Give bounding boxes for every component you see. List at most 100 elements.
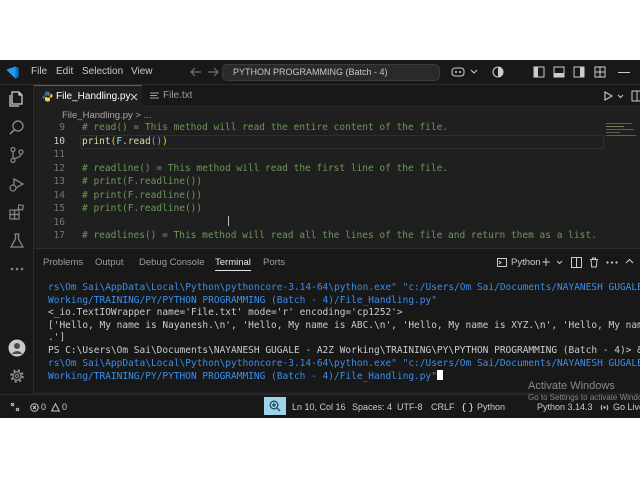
tab-file-txt[interactable]: File.txt	[142, 85, 214, 107]
menu-file[interactable]: File	[31, 66, 47, 77]
customize-layout-icon[interactable]	[594, 66, 606, 78]
text-cursor-line	[228, 216, 229, 226]
minimap-line	[606, 123, 632, 124]
code-comment-line: # print(F.readline())	[82, 203, 203, 214]
menu-selection[interactable]: Selection	[82, 66, 123, 77]
braces-icon	[462, 403, 473, 412]
activity-bar	[0, 85, 34, 418]
tab-label: File_Handling.py	[56, 91, 131, 102]
tab-problems[interactable]: Problems	[43, 257, 83, 268]
toggle-panel-icon[interactable]	[553, 66, 565, 78]
breadcrumb[interactable]: File_Handling.py > ...	[62, 110, 152, 121]
line-number: 17	[53, 230, 65, 241]
indentation[interactable]: Spaces: 4	[352, 402, 392, 412]
source-control-icon[interactable]	[8, 146, 26, 164]
tab-file-handling-py[interactable]: File_Handling.py	[34, 85, 142, 107]
toggle-secondary-sidebar-icon[interactable]	[573, 66, 585, 78]
search-icon[interactable]	[8, 119, 26, 137]
line-number: 12	[53, 162, 65, 174]
terminal-line: rs\Om Sai\AppData\Local\Python\pythoncor…	[48, 282, 640, 293]
terminal-line: rs\Om Sai\AppData\Local\Python\pythoncor…	[48, 357, 640, 369]
activate-windows-watermark: Activate Windows Go to Settings to activ…	[528, 380, 640, 402]
tab-terminal[interactable]: Terminal	[215, 257, 251, 271]
bottom-panel: Problems Output Debug Console Terminal P…	[34, 248, 640, 392]
minimap-line	[606, 129, 634, 130]
tab-output[interactable]: Output	[95, 257, 124, 268]
zoom-in-icon	[269, 400, 281, 412]
back-arrow-icon[interactable]	[190, 67, 202, 77]
more-actions-icon[interactable]	[606, 261, 618, 264]
forward-arrow-icon[interactable]	[207, 67, 219, 77]
warning-count[interactable]: 0	[62, 402, 67, 412]
terminal-line: ['Hello, My name is Nayanesh.\n', 'Hello…	[48, 319, 640, 331]
close-icon[interactable]	[130, 93, 138, 101]
command-center-label: PYTHON PROGRAMMING (Batch - 4)	[233, 67, 388, 77]
toggle-primary-sidebar-icon[interactable]	[533, 66, 545, 78]
terminal-line: <_io.TextIOWrapper name='File.txt' mode=…	[48, 307, 403, 319]
line-number: 15	[53, 203, 65, 214]
avatar[interactable]	[8, 339, 26, 357]
trash-icon[interactable]	[589, 257, 599, 268]
warning-icon[interactable]	[51, 403, 60, 412]
watermark-title: Activate Windows	[528, 380, 615, 392]
language-mode[interactable]: Python	[477, 402, 505, 412]
explorer-icon[interactable]	[8, 90, 26, 108]
title-bar: File Edit Selection View PYTHON PROGRAMM…	[0, 60, 640, 85]
cursor-position[interactable]: Ln 10, Col 16	[292, 402, 346, 412]
error-icon[interactable]	[30, 403, 39, 412]
command-center-search[interactable]: PYTHON PROGRAMMING (Batch - 4)	[222, 64, 440, 81]
text-cursor	[226, 216, 231, 226]
copilot-icon[interactable]	[451, 66, 465, 78]
tab-debug-console[interactable]: Debug Console	[139, 257, 205, 268]
maximize-panel-icon[interactable]	[625, 258, 634, 264]
line-number: 10	[53, 135, 65, 147]
minimap[interactable]	[606, 122, 640, 142]
testing-icon[interactable]	[8, 232, 26, 250]
new-terminal-icon[interactable]: +	[541, 255, 551, 269]
extensions-icon[interactable]	[8, 203, 26, 221]
minimap-line	[606, 126, 624, 127]
terminal-line: .']	[48, 332, 66, 344]
minimize-icon[interactable]	[618, 72, 630, 73]
zoom-button[interactable]	[264, 397, 286, 415]
chevron-down-icon[interactable]	[556, 260, 563, 265]
code-comment-line: # readline() = This method will read the…	[82, 162, 449, 174]
code-line: print(F.read())	[82, 136, 168, 147]
menu-edit[interactable]: Edit	[56, 66, 73, 77]
go-live-button[interactable]: Go Live	[613, 402, 640, 412]
manage-gear-icon[interactable]	[8, 367, 26, 385]
end-of-line[interactable]: CRLF	[431, 402, 455, 412]
code-comment-line: # print(F.readline())	[82, 176, 203, 187]
method-name: read	[127, 135, 151, 147]
more-icon[interactable]	[8, 260, 26, 278]
bracket: )	[162, 135, 168, 147]
split-terminal-icon[interactable]	[571, 257, 582, 268]
tab-ports[interactable]: Ports	[263, 257, 285, 268]
menu-view[interactable]: View	[131, 66, 153, 77]
chevron-down-icon[interactable]	[617, 94, 624, 99]
line-number: 11	[53, 149, 65, 160]
chevron-down-icon[interactable]	[470, 69, 478, 75]
python-interpreter[interactable]: Python 3.14.3	[537, 402, 593, 412]
run-python-file-icon[interactable]	[603, 91, 613, 101]
terminal-name[interactable]: Python	[511, 257, 541, 268]
watermark-subtitle: Go to Settings to activate Windows.	[528, 393, 640, 402]
run-and-debug-icon[interactable]	[8, 175, 26, 193]
code-comment-line: # read() = This method will read the ent…	[82, 122, 449, 133]
code-comment-line: # readlines() = This method will read al…	[82, 230, 597, 241]
remote-window-icon[interactable]	[10, 402, 20, 412]
line-number: 9	[59, 122, 65, 133]
function-name: print	[82, 135, 111, 147]
vscode-logo-icon	[6, 66, 19, 79]
error-count[interactable]: 0	[41, 402, 46, 412]
terminal-icon	[497, 258, 507, 267]
accounts-icon[interactable]	[492, 66, 504, 78]
editor-tabs: File_Handling.py File.txt	[34, 85, 640, 107]
tab-label: File.txt	[163, 90, 193, 101]
text-file-icon	[150, 92, 159, 99]
split-editor-icon[interactable]	[631, 90, 640, 102]
python-file-icon	[42, 91, 53, 102]
encoding[interactable]: UTF-8	[397, 402, 423, 412]
vscode-window: File Edit Selection View PYTHON PROGRAMM…	[0, 60, 640, 418]
line-number: 13	[53, 176, 65, 187]
